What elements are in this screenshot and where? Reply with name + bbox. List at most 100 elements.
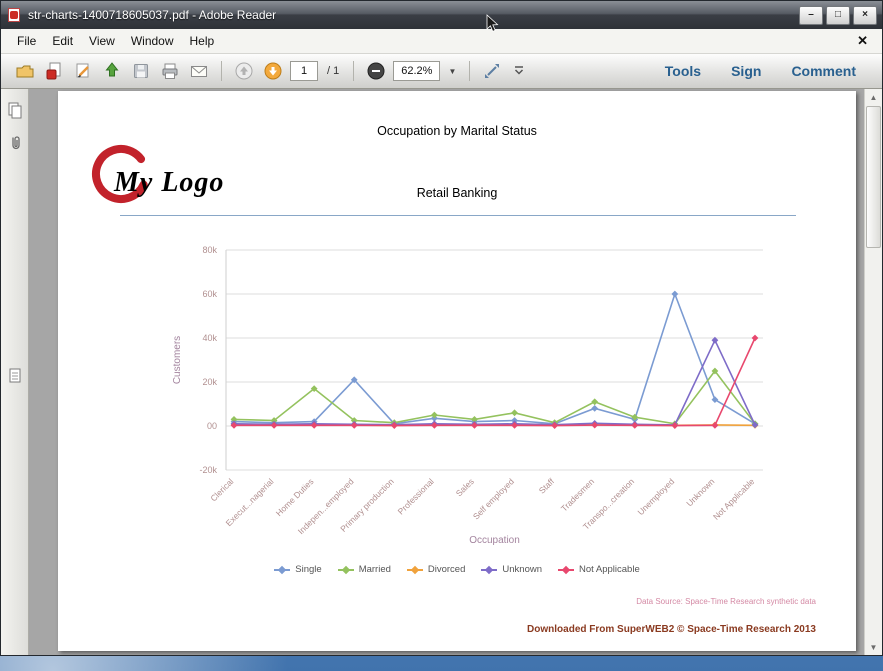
desktop: { "window": { "title": "str-charts-14007… — [0, 0, 883, 671]
page-thumbnails-icon[interactable] — [6, 101, 24, 124]
chart-title: Occupation by Marital Status — [377, 124, 537, 138]
series-marker — [591, 398, 599, 406]
y-tick-label: 20k — [202, 377, 217, 387]
series-line — [233, 369, 756, 425]
previous-page-icon[interactable] — [232, 59, 256, 83]
legend-item: Not Applicable — [558, 564, 640, 575]
series-marker — [711, 421, 719, 429]
series-marker — [671, 290, 679, 298]
print-icon[interactable] — [158, 59, 182, 83]
page-total-label: / 1 — [327, 65, 340, 77]
close-document-icon[interactable]: ✕ — [857, 33, 874, 49]
x-tick-label: Sales — [454, 476, 476, 498]
attachments-icon[interactable] — [6, 134, 24, 157]
zoom-level-input[interactable]: 62.2% — [393, 61, 441, 81]
legend-item: Divorced — [406, 564, 466, 575]
zoom-value: 62.2% — [401, 65, 433, 77]
vertical-scrollbar[interactable]: ▲ ▼ — [864, 89, 882, 655]
legend-item: Unknown — [481, 564, 542, 575]
tools-button[interactable]: Tools — [665, 63, 701, 79]
legend-label: Married — [358, 564, 391, 575]
legend-marker-icon — [337, 565, 354, 574]
content-area: 80k 60k 40k 20k 00 -20k Clerical Execut...nager… — [1, 89, 882, 655]
series-marker — [591, 405, 599, 412]
email-icon[interactable] — [187, 59, 211, 83]
legend-item: Married — [337, 564, 391, 575]
zoom-dropdown-icon[interactable]: ▼ — [445, 67, 459, 76]
x-tick-label: Professional — [396, 476, 436, 516]
save-icon[interactable] — [129, 59, 153, 83]
panel-icon[interactable] — [6, 367, 24, 390]
y-tick-label: 00 — [207, 421, 217, 431]
pdf-page: 80k 60k 40k 20k 00 -20k Clerical Execut...nager… — [58, 91, 856, 651]
adobe-reader-window: str-charts-1400718605037.pdf - Adobe Rea… — [0, 0, 883, 656]
maximize-button[interactable]: □ — [826, 5, 850, 25]
scrollbar-thumb[interactable] — [866, 106, 881, 248]
page-number-input[interactable]: 1 — [290, 61, 318, 81]
legend-item: Single — [274, 564, 322, 575]
x-tick-label: Tradesmen — [559, 476, 596, 513]
legend-marker-icon — [481, 565, 498, 574]
x-tick-label: Not Applicable — [711, 476, 757, 522]
fit-page-icon[interactable] — [480, 59, 504, 83]
y-tick-label: 80k — [202, 245, 217, 255]
sign-button[interactable]: Sign — [731, 63, 761, 79]
create-pdf-icon[interactable] — [42, 59, 66, 83]
x-axis-title: Occupation — [469, 535, 520, 546]
legend-label: Single — [295, 564, 322, 575]
navigation-pane — [1, 89, 29, 655]
toolbar-separator — [469, 61, 471, 81]
x-tick-label: Staff — [537, 476, 557, 496]
toolbar-overflow-icon[interactable] — [509, 63, 529, 79]
next-page-icon[interactable] — [261, 59, 285, 83]
window-title: str-charts-1400718605037.pdf - Adobe Rea… — [28, 8, 277, 22]
toolbar-separator — [221, 61, 222, 81]
edit-icon[interactable] — [71, 59, 95, 83]
legend-marker-icon — [406, 565, 423, 574]
y-tick-label: 40k — [202, 333, 217, 343]
close-button[interactable]: × — [853, 5, 877, 25]
y-tick-label: 60k — [202, 289, 217, 299]
data-source-note: Data Source: Space-Time Research synthet… — [636, 597, 816, 606]
download-footer: Downloaded From SuperWEB2 © Space-Time R… — [527, 624, 816, 635]
menu-help[interactable]: Help — [182, 31, 223, 51]
y-tick-label: -20k — [199, 465, 217, 475]
chart-subtitle: Retail Banking — [416, 186, 498, 200]
menu-window[interactable]: Window — [123, 31, 182, 51]
scroll-down-icon[interactable]: ▼ — [865, 639, 882, 655]
toolbar-separator — [353, 61, 355, 81]
series-line — [233, 291, 756, 425]
y-axis-title: Customers — [172, 336, 183, 384]
header-rule — [120, 215, 796, 216]
upload-icon[interactable] — [100, 59, 124, 83]
x-tick-label: Unemployed — [635, 476, 676, 517]
title-bar[interactable]: str-charts-1400718605037.pdf - Adobe Rea… — [1, 1, 882, 29]
menu-file[interactable]: File — [9, 31, 44, 51]
legend-label: Not Applicable — [579, 564, 640, 575]
pdf-app-icon — [6, 7, 22, 23]
series-marker — [350, 421, 358, 429]
minimize-button[interactable]: – — [799, 5, 823, 25]
menu-edit[interactable]: Edit — [44, 31, 81, 51]
legend-label: Unknown — [502, 564, 542, 575]
x-tick-label: Clerical — [208, 476, 235, 503]
series-marker — [711, 396, 719, 403]
series-marker — [471, 421, 478, 429]
zoom-out-icon[interactable] — [364, 59, 388, 83]
comment-button[interactable]: Comment — [791, 63, 856, 79]
toolbar-panels: Tools Sign Comment — [665, 63, 870, 79]
legend-label: Divorced — [427, 564, 466, 575]
legend-marker-icon — [274, 565, 291, 574]
menu-view[interactable]: View — [81, 31, 123, 51]
menu-bar: File Edit View Window Help ✕ — [1, 29, 882, 54]
open-icon[interactable] — [13, 59, 37, 83]
x-tick-label: Home Duties — [274, 476, 316, 518]
toolbar: 1 / 1 62.2% ▼ Tools Sign Comment — [1, 54, 882, 89]
x-tick-label: Unknown — [684, 476, 716, 508]
document-area[interactable]: 80k 60k 40k 20k 00 -20k Clerical Execut...nager… — [29, 89, 864, 655]
x-tick-label: Self employed — [471, 476, 516, 521]
scroll-up-icon[interactable]: ▲ — [865, 89, 882, 105]
series-marker — [631, 421, 639, 429]
chart-legend: Single Married Divorced Unknown Not Applicab… — [58, 564, 856, 575]
series-marker — [751, 334, 759, 342]
